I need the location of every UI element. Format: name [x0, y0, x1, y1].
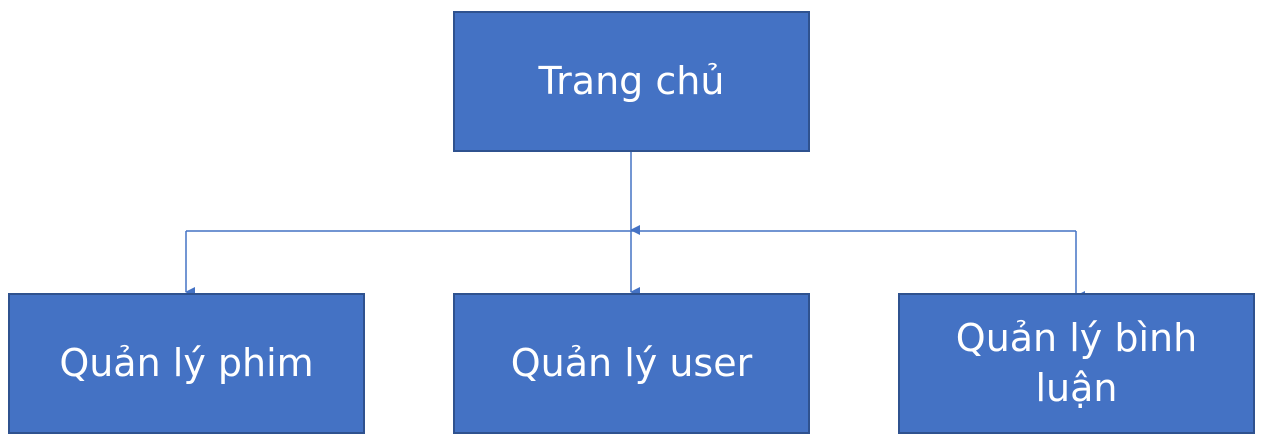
node-comment-management: Quản lý bình luận: [898, 293, 1255, 434]
node-user-management-label: Quản lý user: [510, 340, 753, 385]
node-film-management-label: Quản lý phim: [59, 340, 314, 385]
node-user-management: Quản lý user: [453, 293, 810, 434]
node-home-label: Trang chủ: [538, 58, 725, 103]
node-film-management: Quản lý phim: [8, 293, 365, 434]
node-home: Trang chủ: [453, 11, 810, 152]
node-comment-management-label: Quản lý bình luận: [955, 316, 1198, 410]
hierarchy-diagram: Trang chủ Quản lý phim Quản lý user Quản…: [0, 0, 1264, 442]
